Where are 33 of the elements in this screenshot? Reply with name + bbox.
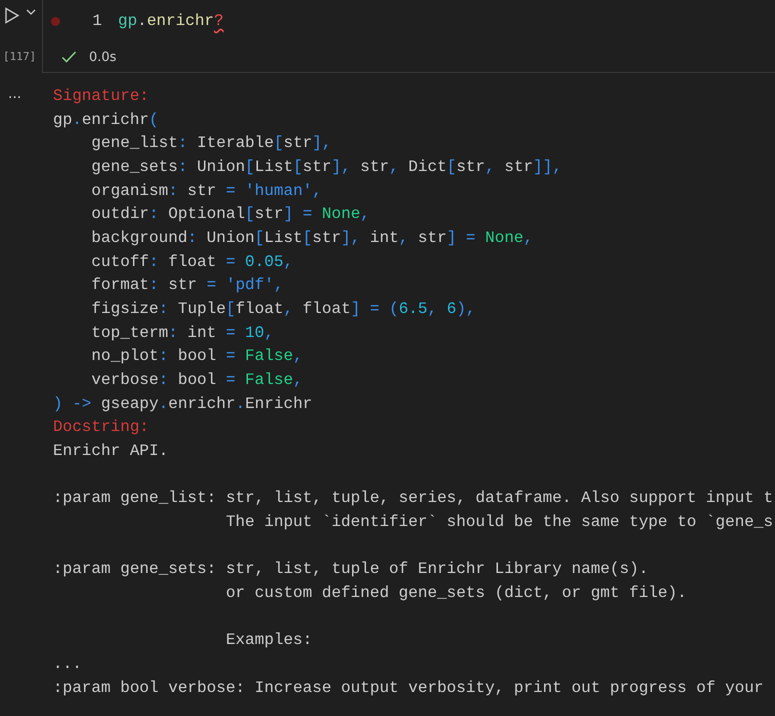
line-number: 1 xyxy=(91,12,102,30)
code-line: gp.enrichr? xyxy=(118,12,224,30)
section-heading: Docstring: xyxy=(53,417,150,438)
output-line: figsize: Tuple[float, float] = (6.5, 6), xyxy=(90,299,477,320)
output-line: format: str = 'pdf', xyxy=(90,275,284,296)
execution-time: 0.0s xyxy=(89,50,116,64)
output-line: ... xyxy=(53,654,83,676)
more-actions-button[interactable]: ... xyxy=(6,88,24,100)
check-icon xyxy=(61,50,77,64)
output-line: background: Union[List[str], int, str] = None, xyxy=(90,228,534,250)
output-line: Examples: xyxy=(224,630,314,652)
output-line: cutoff: float = 0.05, xyxy=(90,252,294,273)
section-heading: Signature: xyxy=(53,86,150,107)
output-line: outdir: Optional[str] = None, xyxy=(90,204,371,226)
breakpoint-dot[interactable] xyxy=(51,16,60,26)
output-line: organism: str = 'human', xyxy=(90,180,323,202)
output-line: gene_list: Iterable[str], xyxy=(90,133,332,154)
output-line: The input `identifier` should be the same type to `gene_s xyxy=(224,512,774,534)
output-line: no_plot: bool = False, xyxy=(90,346,304,368)
output-line: :param gene_sets: str, list, tuple of Enrichr Library name(s). xyxy=(53,559,650,580)
run-icon[interactable] xyxy=(4,7,20,24)
output-line: gp.enrichr( xyxy=(53,110,160,131)
output-line: ) -> gseapy.enrichr.Enrichr xyxy=(53,394,314,415)
chevron-down-icon[interactable] xyxy=(26,9,36,16)
output-line: verbose: bool = False, xyxy=(90,370,304,392)
output-line: :param bool verbose: Increase output verbosity, print out progress of your xyxy=(53,678,765,699)
execution-count: [117] xyxy=(3,50,36,63)
output-line: top_term: int = 10, xyxy=(90,322,275,344)
output-line: or custom defined gene_sets (dict, or gmt file). xyxy=(224,583,688,604)
output-line: Enrichr API. xyxy=(53,441,170,462)
output-line: :param gene_list: str, list, tuple, series, dataframe. Also support input t xyxy=(53,488,774,510)
output-line: gene_sets: Union[List[str], str, Dict[str, str]], xyxy=(90,157,563,178)
code-cell[interactable]: 1 gp.enrichr? 0.0s xyxy=(42,0,775,73)
